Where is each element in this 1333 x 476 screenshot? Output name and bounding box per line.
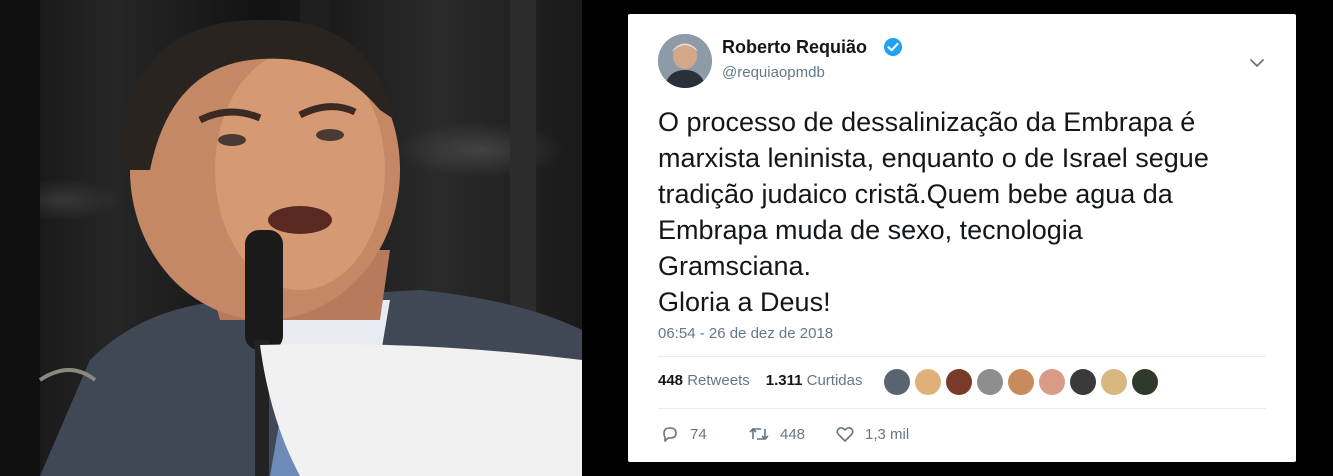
tweet-stats: 448 Retweets 1.311 Curtidas [658, 372, 862, 389]
divider-bottom [658, 408, 1266, 409]
likes-label: Curtidas [806, 372, 863, 389]
liker-avatar[interactable] [1008, 369, 1034, 395]
likes-stat[interactable]: 1.311 Curtidas [766, 372, 863, 389]
reply-icon [663, 427, 677, 442]
display-name[interactable]: Roberto Requião [722, 37, 867, 58]
liker-avatar[interactable] [1039, 369, 1065, 395]
liker-avatar[interactable] [946, 369, 972, 395]
retweets-stat[interactable]: 448 Retweets [658, 372, 750, 389]
liker-avatar[interactable] [884, 369, 910, 395]
verified-badge-icon [883, 37, 903, 57]
liker-avatar[interactable] [977, 369, 1003, 395]
divider-top [658, 356, 1266, 357]
liker-avatar[interactable] [1101, 369, 1127, 395]
tweet-timestamp[interactable]: 06:54 - 26 de dez de 2018 [658, 325, 833, 342]
speaker-photo-illustration [0, 0, 582, 476]
panel-divider [582, 0, 628, 476]
liker-avatar[interactable] [915, 369, 941, 395]
like-action[interactable]: 1,3 mil [835, 424, 909, 444]
retweets-count: 448 [658, 372, 684, 389]
retweet-count: 448 [780, 425, 806, 443]
news-photo [0, 0, 582, 476]
avatar-portrait [658, 34, 712, 88]
liker-avatar[interactable] [1070, 369, 1096, 395]
retweet-icon [749, 427, 769, 441]
likes-count: 1.311 [765, 372, 803, 389]
reply-action[interactable]: 74 [660, 424, 707, 444]
chevron-down-icon[interactable] [1248, 54, 1266, 72]
liker-avatar[interactable] [1132, 369, 1158, 395]
retweets-label: Retweets [687, 372, 750, 389]
like-count: 1,3 mil [865, 425, 910, 443]
user-handle[interactable]: @requiaopmdb [722, 64, 825, 81]
tweet-text: O processo de dessalinização da Embrapa … [658, 107, 1209, 317]
reply-count: 74 [690, 425, 707, 443]
user-avatar[interactable] [658, 34, 712, 88]
heart-icon [836, 426, 854, 442]
tweet-card: Roberto Requião @requiaopmdb O processo … [628, 14, 1296, 462]
retweet-action[interactable]: 448 [748, 424, 805, 444]
